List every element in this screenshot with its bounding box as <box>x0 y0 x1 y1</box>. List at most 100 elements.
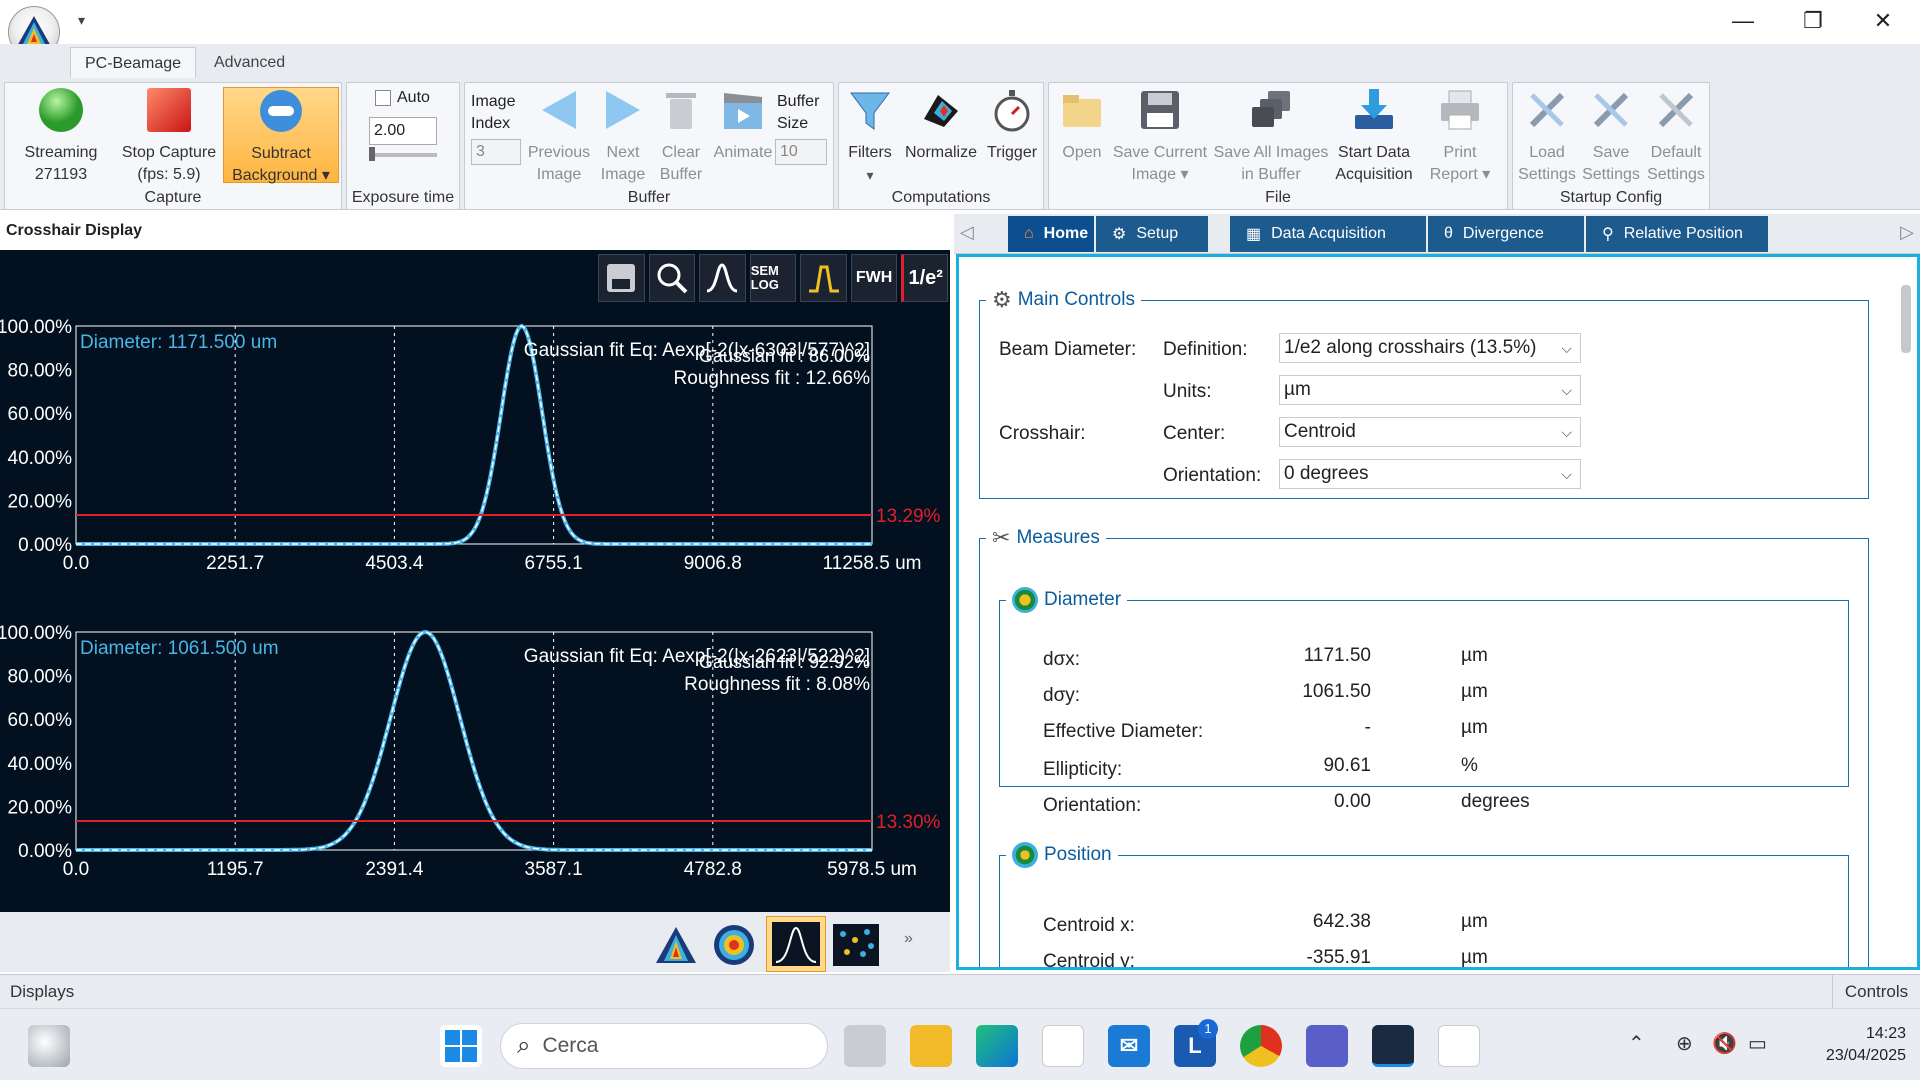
tray-chevron-icon[interactable]: ⌃ <box>1628 1031 1645 1056</box>
volume-muted-icon[interactable]: 🔇 <box>1712 1031 1737 1056</box>
tab-setup[interactable]: ⚙ Setup <box>1096 216 1208 252</box>
auto-exposure-checkbox[interactable]: Auto <box>375 89 430 107</box>
x-tick-label: 4503.4 <box>365 553 424 574</box>
streaming-button[interactable]: Streaming 271193 <box>9 87 113 186</box>
start-data-acquisition-button[interactable]: Start Data Acquisition <box>1331 87 1417 186</box>
orientation-measure-unit: degrees <box>1461 791 1530 812</box>
tab-pc-beamage[interactable]: PC-Beamage <box>70 47 197 78</box>
exposure-slider-thumb[interactable] <box>369 147 375 161</box>
streaming-label: Streaming <box>24 144 98 161</box>
load-settings-button[interactable]: Load Settings <box>1515 87 1579 186</box>
definition-dropdown[interactable]: 1/e2 along crosshairs (13.5%) ⌵ <box>1279 333 1581 363</box>
units-dropdown[interactable]: µm ⌵ <box>1279 375 1581 405</box>
tab-data-acquisition[interactable]: ▦ Data Acquisition <box>1230 216 1426 252</box>
startup-config-group-label: Startup Config <box>1559 189 1663 206</box>
next-image-button[interactable]: Next Image <box>595 87 651 186</box>
search-placeholder: Cerca <box>542 1034 599 1057</box>
orientation-dropdown[interactable]: 0 degrees ⌵ <box>1279 459 1581 489</box>
clock[interactable]: 14:23 23/04/2025 <box>1796 1023 1906 1067</box>
buffer-size-input[interactable]: 10 <box>775 139 827 165</box>
normalize-button[interactable]: Normalize <box>899 87 983 164</box>
tab-divergence[interactable]: θ Divergence <box>1428 216 1584 252</box>
maximize-button[interactable]: ❐ <box>1788 6 1838 36</box>
x-tick-label: 2391.4 <box>365 859 424 880</box>
tab-scroll-left-icon[interactable]: ◁ <box>960 222 974 243</box>
dox-value: 1171.50 <box>1303 645 1371 666</box>
streaming-led-icon <box>39 88 83 132</box>
task-view-icon[interactable] <box>844 1025 886 1067</box>
edge-icon[interactable] <box>976 1025 1018 1067</box>
beamage-taskbar-icon[interactable] <box>1372 1025 1414 1067</box>
position-legend: Position <box>1006 842 1118 868</box>
beam-tracking-icon[interactable] <box>830 922 882 968</box>
3d-view-icon[interactable] <box>650 922 702 968</box>
print-report-button[interactable]: Print Report ▾ <box>1417 87 1503 186</box>
dropdown-arrow-icon: ▾ <box>321 167 330 184</box>
dropdown-arrow-icon: ▾ <box>866 167 874 183</box>
definition-label: Definition: <box>1163 339 1248 360</box>
tab-relative-position[interactable]: ⚲ Relative Position <box>1586 216 1768 252</box>
clear-buffer-button[interactable]: Clear Buffer <box>651 87 711 186</box>
start-icon[interactable] <box>440 1025 482 1067</box>
displays-status-label[interactable]: Displays <box>10 982 74 1002</box>
more-chevron-icon[interactable]: » <box>904 930 913 948</box>
exposure-slider[interactable] <box>369 153 437 157</box>
animate-button[interactable]: Animate <box>709 87 777 164</box>
default-settings-button[interactable]: Default Settings <box>1643 87 1709 186</box>
snipping-tool-icon[interactable] <box>1438 1025 1480 1067</box>
save-current-image-button[interactable]: Save Current Image ▾ <box>1109 87 1211 186</box>
trash-icon <box>666 93 696 129</box>
background-label: Background ▾ <box>232 167 330 184</box>
tab-scroll-right-icon[interactable]: ▷ <box>1900 222 1914 243</box>
crosshair-display-panel: Crosshair Display SEM LOG FWH 1/e² 0.0 22… <box>0 214 950 972</box>
chrome-icon[interactable] <box>1240 1025 1282 1067</box>
open-button[interactable]: Open <box>1055 87 1109 164</box>
film-clapper-icon <box>724 93 762 129</box>
controls-status-label[interactable]: Controls <box>1832 975 1920 1009</box>
x-tick-label: 2251.7 <box>206 553 264 574</box>
tab-home[interactable]: ⌂ Home <box>1008 216 1094 252</box>
store-icon[interactable] <box>1042 1025 1084 1067</box>
quick-access-menu-icon[interactable]: ▾ <box>78 12 85 29</box>
2d-view-icon[interactable] <box>708 922 760 968</box>
previous-image-button[interactable]: Previous Image <box>523 87 595 186</box>
folder-icon <box>1063 95 1101 127</box>
file-explorer-icon[interactable] <box>910 1025 952 1067</box>
mail-icon[interactable]: ✉ <box>1108 1025 1150 1067</box>
crosshair-view-icon[interactable] <box>766 916 826 972</box>
dropdown-arrow-icon: ▾ <box>1482 166 1491 183</box>
subtract-background-button[interactable]: Subtract Background ▾ <box>223 87 339 184</box>
y-tick-label: 40.00% <box>8 448 73 469</box>
save-settings-button[interactable]: Save Settings <box>1579 87 1643 186</box>
image-index-input[interactable]: 3 <box>471 139 521 165</box>
stop-capture-button[interactable]: Stop Capture (fps: 5.9) <box>113 87 225 186</box>
center-label: Center: <box>1163 423 1226 444</box>
gaussian-equation-annotation: Gaussian fit Eq: Aexp[-2(|x-2623|/522)^2… <box>524 646 870 667</box>
save-all-images-button[interactable]: Save All Images in Buffer <box>1211 87 1331 186</box>
file-group-label: File <box>1265 189 1291 206</box>
doy-unit: µm <box>1461 681 1488 702</box>
capture-group: Streaming 271193 Stop Capture (fps: 5.9)… <box>4 82 342 210</box>
minimize-button[interactable]: — <box>1718 6 1768 36</box>
teams-icon[interactable] <box>1306 1025 1348 1067</box>
center-dropdown[interactable]: Centroid ⌵ <box>1279 417 1581 447</box>
beam-diameter-label: Beam Diameter: <box>999 339 1137 360</box>
y-tick-label: 60.00% <box>8 710 73 731</box>
checkbox-box <box>375 90 391 106</box>
taskbar-search[interactable]: ⌕ Cerca <box>500 1023 828 1069</box>
tab-advanced[interactable]: Advanced <box>200 47 299 78</box>
wrench-screwdriver-icon <box>1593 92 1629 128</box>
battery-icon[interactable]: ▭ <box>1748 1031 1767 1056</box>
position-target-icon <box>1012 842 1038 868</box>
x-tick-label: 9006.8 <box>684 553 742 574</box>
status-bar: Displays Controls <box>0 974 1920 1009</box>
network-icon[interactable]: ⊕ <box>1676 1031 1693 1056</box>
trigger-button[interactable]: Trigger <box>981 87 1043 164</box>
windows-taskbar: ⌕ Cerca ✉ L 1 ⌃ ⊕ 🔇 ▭ 14:23 23/04/2025 <box>0 1008 1920 1080</box>
exposure-input[interactable]: 2.00 <box>369 117 437 145</box>
close-button[interactable]: ✕ <box>1858 6 1908 36</box>
download-tray-icon <box>1355 89 1393 129</box>
filters-button[interactable]: Filters ▾ <box>841 87 899 186</box>
weather-icon[interactable] <box>28 1025 70 1067</box>
vertical-scrollbar[interactable] <box>1901 285 1911 353</box>
